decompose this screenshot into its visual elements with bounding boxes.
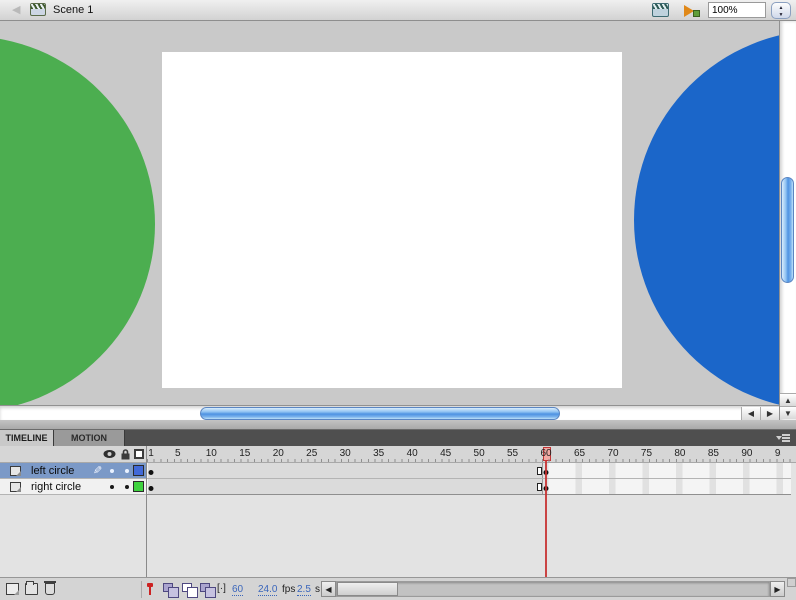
span-end-marker[interactable]: [537, 467, 542, 475]
timeline-footer: [·] 60 24.0 fps 2.5 s ◀ ▶: [0, 577, 796, 600]
edit-multiple-frames-button[interactable]: [200, 583, 210, 592]
modify-markers-button[interactable]: [·]: [217, 583, 226, 594]
timeline-hscroll-thumb[interactable]: [337, 582, 398, 596]
timeline-hscroll-right-arrow[interactable]: ▶: [770, 581, 785, 597]
scene-clapperboard-icon: [30, 3, 46, 16]
ruler-number: 35: [373, 448, 384, 459]
footer-corner-box: [787, 578, 796, 587]
layer-name-label: right circle: [31, 481, 81, 493]
ruler-number: 75: [641, 448, 652, 459]
layer-row-right-circle[interactable]: right circle: [0, 479, 796, 495]
layer-lock-dot[interactable]: [125, 469, 129, 473]
show-hide-all-icon[interactable]: [103, 449, 116, 459]
timeline-panel: 15101520253035404550556065707580859095 l…: [0, 446, 796, 577]
layer-name-label: left circle: [31, 465, 74, 477]
edit-scene-button[interactable]: [652, 3, 669, 17]
new-layer-button[interactable]: [6, 583, 19, 595]
stage-horizontal-scrollbar[interactable]: ◀ ▶: [0, 405, 779, 420]
pasteboard[interactable]: [0, 21, 779, 405]
right-circle-shape[interactable]: [634, 30, 779, 405]
ruler-number: 65: [574, 448, 585, 459]
seconds-unit-label: s: [315, 584, 320, 595]
panel-divider[interactable]: [0, 420, 796, 430]
symbols-icon-square: [693, 10, 700, 17]
ruler-ticks: [147, 459, 791, 462]
zoom-level-input[interactable]: [708, 2, 766, 18]
back-icon[interactable]: ◀: [12, 4, 26, 16]
clapperboard-icon: [652, 3, 669, 17]
vscroll-up-arrow[interactable]: ▲: [780, 393, 796, 406]
ruler-number: 1: [148, 448, 154, 459]
edit-bar: ◀ Scene 1 ▲▼: [0, 0, 796, 21]
frame-rate-display[interactable]: 24.0: [258, 584, 277, 596]
layer-lock-dot[interactable]: [125, 485, 129, 489]
frame-strip[interactable]: [147, 463, 791, 479]
ruler-number: 90: [741, 448, 752, 459]
frame-span[interactable]: [148, 479, 543, 494]
fps-unit-label: fps: [282, 584, 295, 595]
vscroll-down-arrow[interactable]: ▼: [780, 406, 796, 419]
ruler-number: 30: [340, 448, 351, 459]
layer-icon: [10, 466, 21, 476]
left-circle-shape[interactable]: [0, 36, 155, 405]
edit-symbols-button[interactable]: [684, 3, 700, 17]
tab-timeline[interactable]: TIMELINE: [0, 430, 54, 446]
ruler-number: 25: [306, 448, 317, 459]
layer-outline-color-swatch[interactable]: [133, 465, 144, 476]
pencil-editing-icon: ✎: [93, 464, 102, 477]
ruler-number: 55: [507, 448, 518, 459]
center-frame-button[interactable]: [146, 583, 154, 595]
span-end-marker[interactable]: [537, 483, 542, 491]
ruler-number: 95: [775, 448, 781, 459]
ruler-number: 50: [474, 448, 485, 459]
playhead-line[interactable]: [545, 460, 547, 577]
ruler-number: 5: [175, 448, 181, 459]
timeline-hscroll-left-arrow[interactable]: ◀: [321, 581, 336, 597]
ruler-number: 40: [407, 448, 418, 459]
scene-name-label: Scene 1: [53, 4, 93, 16]
layer-icon: [10, 482, 21, 492]
tab-motion-editor[interactable]: MOTION EDITOR: [54, 430, 125, 446]
elapsed-time-display[interactable]: 2.5: [297, 584, 311, 596]
hscroll-thumb[interactable]: [200, 407, 560, 420]
layer-name-cell[interactable]: left circle ✎: [0, 463, 146, 479]
ruler-number: 10: [206, 448, 217, 459]
current-frame-display[interactable]: 60: [232, 584, 243, 596]
layer-visibility-dot[interactable]: [110, 469, 114, 473]
stage-vertical-scrollbar[interactable]: ▲ ▼: [779, 21, 796, 420]
ruler-number: 20: [273, 448, 284, 459]
show-outlines-icon[interactable]: [134, 449, 144, 459]
zoom-stepper[interactable]: ▲▼: [771, 2, 791, 19]
onion-skin-outlines-button[interactable]: [182, 583, 192, 592]
frame-span[interactable]: [148, 463, 543, 478]
timeline-tab-bar: TIMELINE MOTION EDITOR: [0, 430, 796, 446]
panel-menu-icon[interactable]: [776, 433, 792, 443]
vscroll-thumb[interactable]: [781, 177, 794, 283]
onion-skin-button[interactable]: [163, 583, 173, 592]
ruler-number: 45: [440, 448, 451, 459]
layer-name-cell[interactable]: right circle: [0, 479, 146, 495]
keyframe-dot-frame1[interactable]: [149, 470, 154, 475]
footer-separator: [141, 581, 142, 598]
layer-frame-divider: [146, 446, 147, 577]
frame-strip[interactable]: [147, 479, 791, 495]
new-folder-button[interactable]: [25, 583, 38, 595]
ruler-number: 80: [674, 448, 685, 459]
keyframe-dot-frame1[interactable]: [149, 486, 154, 491]
ruler-number: 15: [239, 448, 250, 459]
ruler-number: 85: [708, 448, 719, 459]
hscroll-left-arrow[interactable]: ◀: [741, 407, 760, 421]
delete-layer-button[interactable]: [45, 583, 55, 595]
hscroll-right-arrow[interactable]: ▶: [760, 407, 779, 421]
ruler-number: 60: [540, 448, 551, 459]
layer-outline-color-swatch[interactable]: [133, 481, 144, 492]
timeline-header: 15101520253035404550556065707580859095: [0, 446, 796, 463]
timeline-hscroll-track[interactable]: [336, 581, 770, 597]
ruler-number: 70: [607, 448, 618, 459]
lock-all-icon[interactable]: [120, 449, 131, 460]
layer-row-left-circle[interactable]: left circle ✎: [0, 463, 796, 479]
stage-canvas[interactable]: [162, 52, 622, 388]
layer-visibility-dot[interactable]: [110, 485, 114, 489]
